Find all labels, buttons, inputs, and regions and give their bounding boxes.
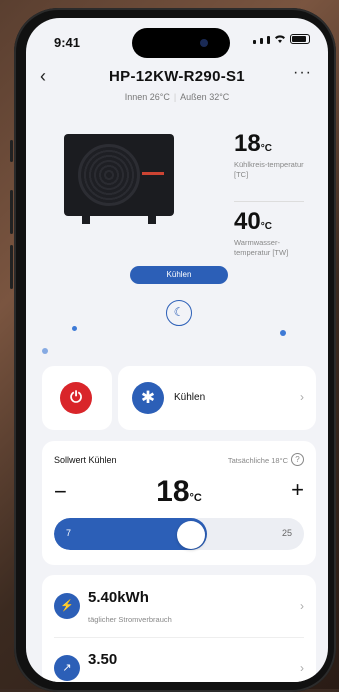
chart-icon: ↗: [54, 655, 80, 681]
moon-icon[interactable]: ☾: [166, 300, 192, 326]
status-icons: [253, 34, 310, 44]
setpoint-value: 18°C: [42, 475, 316, 509]
slider-min: 7: [66, 528, 72, 538]
status-bar: 9:41: [26, 18, 328, 62]
indoor-temp: Innen 26°C: [124, 92, 170, 102]
mode-label: Kühlen: [174, 392, 206, 403]
volume-up-button: [10, 190, 13, 234]
ambient-temps: Innen 26°C | Außen 32°C: [124, 92, 230, 102]
increase-button[interactable]: +: [291, 477, 304, 503]
outdoor-temp: Außen 32°C: [180, 92, 230, 102]
decor-dot: [72, 326, 77, 331]
divider: [234, 201, 304, 202]
chevron-right-icon[interactable]: ›: [300, 599, 304, 613]
volume-down-button: [10, 245, 13, 289]
battery-icon: [290, 34, 310, 44]
divider: [54, 637, 304, 638]
tc-label: Kühlkreis-temperatur [TC]: [234, 160, 304, 179]
tw-label: Warmwasser-temperatur [TW]: [234, 238, 289, 257]
mode-card[interactable]: ✱ Kühlen ›: [118, 366, 316, 430]
tw-temperature: 40°C Warmwasser-temperatur [TW]: [234, 208, 314, 258]
app-screen: 9:41 ‹ HP-12KW-R290-S1 ··· Innen 26°C | Au…: [26, 18, 328, 682]
second-metric-value: 3.50: [88, 651, 118, 668]
top-bar: ‹ HP-12KW-R290-S1 ··· Innen 26°C | Außen 3…: [26, 62, 328, 112]
help-icon[interactable]: ?: [291, 453, 304, 466]
brand-strip: [142, 172, 164, 175]
tc-temperature: 18°C Kühlkreis-temperatur [TC]: [234, 130, 314, 180]
unit-foot: [82, 216, 90, 224]
tc-value: 18: [234, 130, 261, 157]
fan-grille: [78, 144, 140, 206]
more-icon[interactable]: ···: [293, 64, 312, 82]
power-card: ⏻: [42, 366, 112, 430]
chevron-right-icon[interactable]: ›: [300, 661, 304, 675]
status-time: 9:41: [54, 35, 81, 50]
wifi-icon: [275, 35, 285, 43]
slider-max: 25: [281, 528, 292, 538]
snowflake-icon: ✱: [132, 382, 164, 414]
page-title: HP-12KW-R290-S1: [109, 68, 245, 85]
setpoint-card: Sollwert Kühlen Tatsächliche 18°C ? − 18…: [42, 441, 316, 565]
setpoint-unit: °C: [189, 492, 202, 504]
setpoint-label: Sollwert Kühlen: [54, 455, 117, 465]
dynamic-island: [132, 28, 230, 58]
unit-foot: [148, 216, 156, 224]
heat-pump-image: [64, 134, 174, 224]
camera-icon: [200, 39, 208, 47]
slider-thumb[interactable]: [177, 521, 205, 549]
tw-unit: °C: [260, 221, 272, 232]
power-icon[interactable]: ⏻: [60, 382, 92, 414]
tw-value: 40: [234, 208, 261, 235]
energy-card: ⚡ 5.40kWh täglicher Stromverbrauch › ↗ 3…: [42, 575, 316, 682]
mute-switch: [10, 140, 13, 162]
actual-temp: Tatsächliche 18°C: [227, 456, 288, 465]
mode-pill-button[interactable]: Kühlen: [130, 266, 228, 284]
decor-dot: [280, 330, 286, 336]
chevron-right-icon: ›: [300, 390, 304, 404]
battery-charge-icon: ⚡: [54, 593, 80, 619]
tc-unit: °C: [260, 143, 272, 154]
signal-bar: [267, 36, 270, 44]
signal-icon: [253, 40, 256, 44]
decor-dot: [42, 348, 48, 354]
daily-energy-value: 5.40kWh: [88, 589, 149, 606]
setpoint-number: 18: [156, 475, 190, 508]
daily-energy-label: täglicher Stromverbrauch: [88, 615, 172, 624]
signal-bar: [260, 38, 263, 44]
